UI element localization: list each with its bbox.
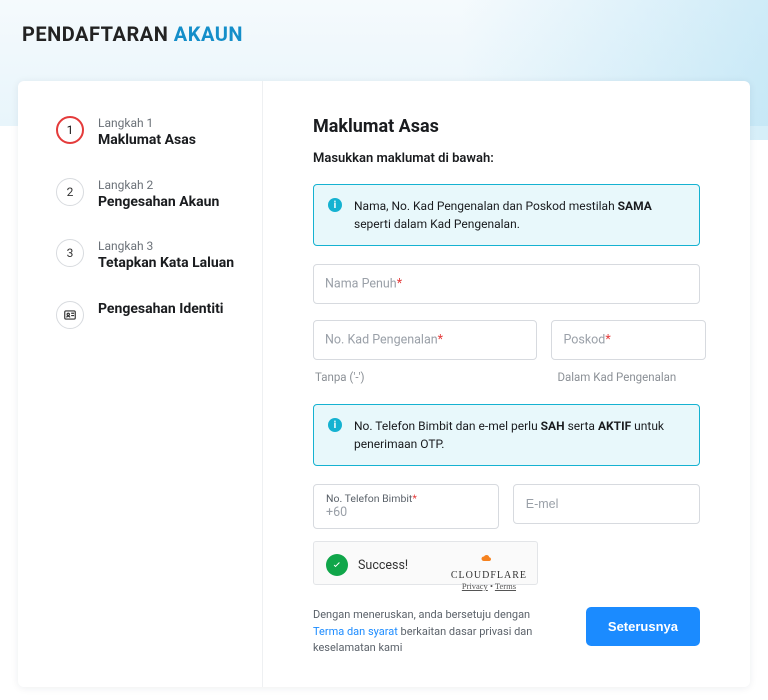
step-number-2: 2: [56, 178, 84, 206]
next-button[interactable]: Seterusnya: [586, 607, 700, 646]
cloudflare-brand: CLOUDFLARE: [451, 570, 527, 581]
ic-number-input[interactable]: [313, 320, 537, 360]
check-circle-icon: [326, 554, 348, 576]
step-2[interactable]: 2 Langkah 2 Pengesahan Akaun: [56, 178, 242, 212]
step-1-label: Langkah 1: [98, 116, 196, 130]
phone-label: No. Telefon Bimbit*: [326, 492, 486, 505]
ic-hint: Tanpa ('-'): [315, 370, 539, 384]
registration-card: 1 Langkah 1 Maklumat Asas 2 Langkah 2 Pe…: [18, 81, 750, 687]
step-sidebar: 1 Langkah 1 Maklumat Asas 2 Langkah 2 Pe…: [18, 81, 263, 687]
identity-card-icon: [56, 301, 84, 329]
info-icon: i: [328, 418, 342, 432]
section-subtitle: Masukkan maklumat di bawah:: [313, 151, 700, 166]
page-title: PENDAFTARAN AKAUN: [0, 0, 768, 46]
step-3-label: Langkah 3: [98, 239, 234, 253]
form-main: Maklumat Asas Masukkan maklumat di bawah…: [263, 81, 750, 687]
phone-input[interactable]: No. Telefon Bimbit* +60: [313, 484, 499, 529]
captcha-privacy-link[interactable]: Privacy: [462, 581, 488, 591]
step-2-title: Pengesahan Akaun: [98, 194, 219, 212]
step-1[interactable]: 1 Langkah 1 Maklumat Asas: [56, 116, 242, 150]
postcode-hint: Dalam Kad Pengenalan: [557, 370, 712, 384]
step-3-title: Tetapkan Kata Laluan: [98, 255, 234, 273]
info1-bold: SAMA: [618, 199, 652, 213]
captcha-success-text: Success!: [358, 558, 408, 573]
step-identity[interactable]: Pengesahan Identiti: [56, 301, 242, 329]
email-input[interactable]: [513, 484, 700, 524]
info-box-identity: i Nama, No. Kad Pengenalan dan Poskod me…: [313, 184, 700, 246]
info2-b2: AKTIF: [598, 419, 631, 433]
title-part-1: PENDAFTARAN: [22, 22, 168, 46]
captcha-terms-link[interactable]: Terms: [495, 581, 516, 591]
title-part-2: AKAUN: [174, 22, 243, 46]
step-3[interactable]: 3 Langkah 3 Tetapkan Kata Laluan: [56, 239, 242, 273]
info1-post: seperti dalam Kad Pengenalan.: [354, 217, 520, 231]
section-title: Maklumat Asas: [313, 116, 700, 137]
phone-prefix: +60: [326, 505, 486, 520]
postcode-input[interactable]: [551, 320, 706, 360]
cloudflare-badge: CLOUDFLARE Privacy • Terms: [451, 552, 527, 591]
info1-pre: Nama, No. Kad Pengenalan dan Poskod mest…: [354, 199, 618, 213]
captcha-widget[interactable]: Success! CLOUDFLARE Privacy • Terms: [313, 541, 538, 585]
info2-b1: SAH: [541, 419, 565, 433]
step-number-3: 3: [56, 239, 84, 267]
terms-link[interactable]: Terma dan syarat: [313, 625, 398, 638]
agreement-text: Dengan meneruskan, anda bersetuju dengan…: [313, 607, 563, 657]
step-1-title: Maklumat Asas: [98, 132, 196, 150]
info2-mid: serta: [565, 419, 598, 433]
step-number-1: 1: [56, 116, 84, 144]
info2-pre: No. Telefon Bimbit dan e-mel perlu: [354, 419, 541, 433]
full-name-input[interactable]: [313, 264, 700, 304]
agree-pre: Dengan meneruskan, anda bersetuju dengan: [313, 608, 530, 621]
info-icon: i: [328, 198, 342, 212]
step-identity-title: Pengesahan Identiti: [98, 301, 224, 319]
info-box-contact: i No. Telefon Bimbit dan e-mel perlu SAH…: [313, 404, 700, 466]
step-2-label: Langkah 2: [98, 178, 219, 192]
